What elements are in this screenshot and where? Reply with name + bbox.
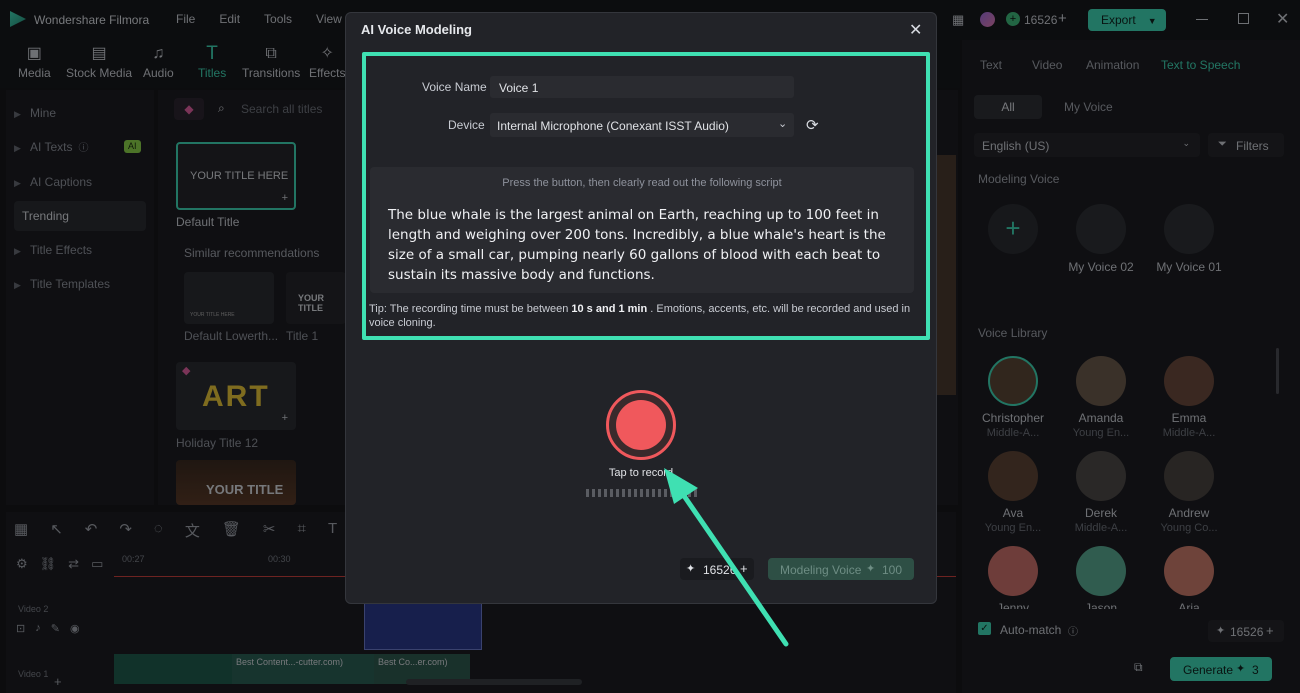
record-dot xyxy=(616,400,666,450)
highlight-frame xyxy=(362,52,930,340)
modeling-voice-cost: 100 xyxy=(882,563,903,577)
pointer-arrow xyxy=(664,468,789,647)
pointer-arrow-shaft xyxy=(677,487,789,647)
pointer-arrow-head xyxy=(664,468,698,504)
sparkle-icon: ✦ xyxy=(866,563,876,575)
dialog-title: AI Voice Modeling xyxy=(361,22,472,37)
close-icon[interactable]: ✕ xyxy=(909,20,922,40)
record-button[interactable] xyxy=(606,390,676,460)
